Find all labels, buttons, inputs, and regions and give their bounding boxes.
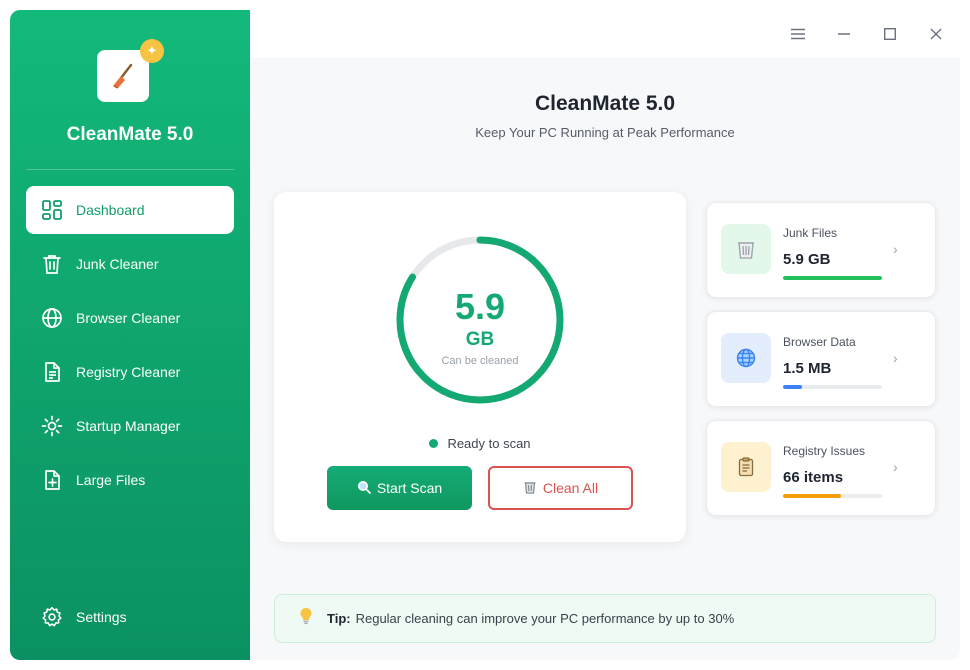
clean-all-label: Clean All <box>542 480 599 496</box>
document-icon <box>40 360 64 384</box>
sun-icon <box>40 414 64 438</box>
sidebar-divider <box>26 169 234 170</box>
app-title: CleanMate 5.0 <box>66 124 194 145</box>
stat-card-browser-data[interactable]: Browser Data 1.5 MB › <box>706 311 936 407</box>
start-scan-button[interactable]: Start Scan <box>327 466 472 510</box>
sidebar: ✦ CleanMate 5.0 Dashboard Junk Cleaner B… <box>10 10 250 660</box>
lightbulb-icon <box>299 607 313 630</box>
tip-text: Regular cleaning can improve your PC per… <box>355 611 735 626</box>
title-bar <box>250 10 960 58</box>
stat-value: 5.9 GB <box>783 251 831 268</box>
gauge-readout: 5.9 GB Can be cleaned <box>394 234 566 406</box>
trash-icon <box>40 252 64 276</box>
recycle-bin-icon <box>721 224 771 274</box>
sidebar-nav: Dashboard Junk Cleaner Browser Cleaner R… <box>26 186 234 510</box>
scan-status-text: Ready to scan <box>447 436 531 451</box>
sidebar-item-dashboard[interactable]: Dashboard <box>26 186 234 234</box>
sidebar-item-browser-cleaner[interactable]: Browser Cleaner <box>26 294 234 342</box>
clean-all-button[interactable]: Clean All <box>488 466 633 510</box>
cleanable-value: 5.9 <box>454 286 506 327</box>
tip-banner: Tip: Regular cleaning can improve your P… <box>274 594 936 643</box>
stat-progress-bar <box>783 494 882 498</box>
hamburger-icon <box>791 28 805 40</box>
stat-progress-fill <box>783 276 882 280</box>
chevron-right-icon: › <box>893 459 898 475</box>
globe-icon <box>721 333 771 383</box>
stat-card-junk-files[interactable]: Junk Files 5.9 GB › <box>706 202 936 298</box>
gear-icon <box>40 605 64 629</box>
minimize-button[interactable] <box>832 24 856 44</box>
sidebar-item-junk-cleaner[interactable]: Junk Cleaner <box>26 240 234 288</box>
sidebar-item-label: Settings <box>76 609 127 625</box>
minimize-icon <box>838 33 850 35</box>
stat-label: Registry Issues <box>783 444 866 458</box>
stat-label: Browser Data <box>783 335 856 349</box>
stat-card-registry-issues[interactable]: Registry Issues 66 items › <box>706 420 936 516</box>
wastebasket-icon <box>523 480 537 497</box>
sidebar-item-settings[interactable]: Settings <box>26 593 234 641</box>
maximize-icon <box>884 28 896 40</box>
maximize-button[interactable] <box>878 24 902 44</box>
scan-card: 5.9 GB Can be cleaned Ready to scan Star… <box>274 192 686 542</box>
tip-prefix: Tip: <box>327 611 351 626</box>
start-scan-label: Start Scan <box>376 480 443 496</box>
stat-progress-fill <box>783 385 802 389</box>
broom-icon <box>113 63 133 89</box>
stat-value: 1.5 MB <box>783 360 832 377</box>
globe-icon <box>40 306 64 330</box>
sidebar-item-label: Registry Cleaner <box>76 364 181 380</box>
app-window: ✦ CleanMate 5.0 Dashboard Junk Cleaner B… <box>10 10 960 660</box>
file-plus-icon <box>40 468 64 492</box>
sidebar-item-label: Browser Cleaner <box>76 310 181 326</box>
close-button[interactable] <box>924 24 948 44</box>
sidebar-item-registry-cleaner[interactable]: Registry Cleaner <box>26 348 234 396</box>
dashboard-grid-icon <box>40 198 64 222</box>
stat-label: Junk Files <box>783 226 838 240</box>
magnifier-icon <box>357 480 371 497</box>
cleanable-caption: Can be cleaned <box>441 355 519 367</box>
stat-progress-fill <box>783 494 842 498</box>
sparkle-badge-icon: ✦ <box>140 39 164 63</box>
close-icon <box>930 28 942 40</box>
stat-value: 66 items <box>783 469 844 486</box>
menu-button[interactable] <box>786 24 810 44</box>
stat-progress-bar <box>783 385 882 389</box>
page-title: CleanMate 5.0 <box>534 92 676 115</box>
sidebar-settings-area: Settings <box>26 593 234 647</box>
sidebar-item-label: Junk Cleaner <box>76 256 159 272</box>
cleanable-unit: GB <box>465 329 495 350</box>
stat-progress-bar <box>783 276 882 280</box>
clipboard-icon <box>721 442 771 492</box>
scan-status: Ready to scan <box>274 436 686 451</box>
chevron-right-icon: › <box>893 241 898 257</box>
sidebar-item-large-files[interactable]: Large Files <box>26 456 234 504</box>
status-dot-icon <box>429 439 439 448</box>
sidebar-item-startup-manager[interactable]: Startup Manager <box>26 402 234 450</box>
chevron-right-icon: › <box>893 350 898 366</box>
page-subtitle: Keep Your PC Running at Peak Performance <box>475 125 735 140</box>
sidebar-item-label: Startup Manager <box>76 418 181 434</box>
sidebar-item-label: Large Files <box>76 472 146 488</box>
sidebar-item-label: Dashboard <box>76 202 145 218</box>
